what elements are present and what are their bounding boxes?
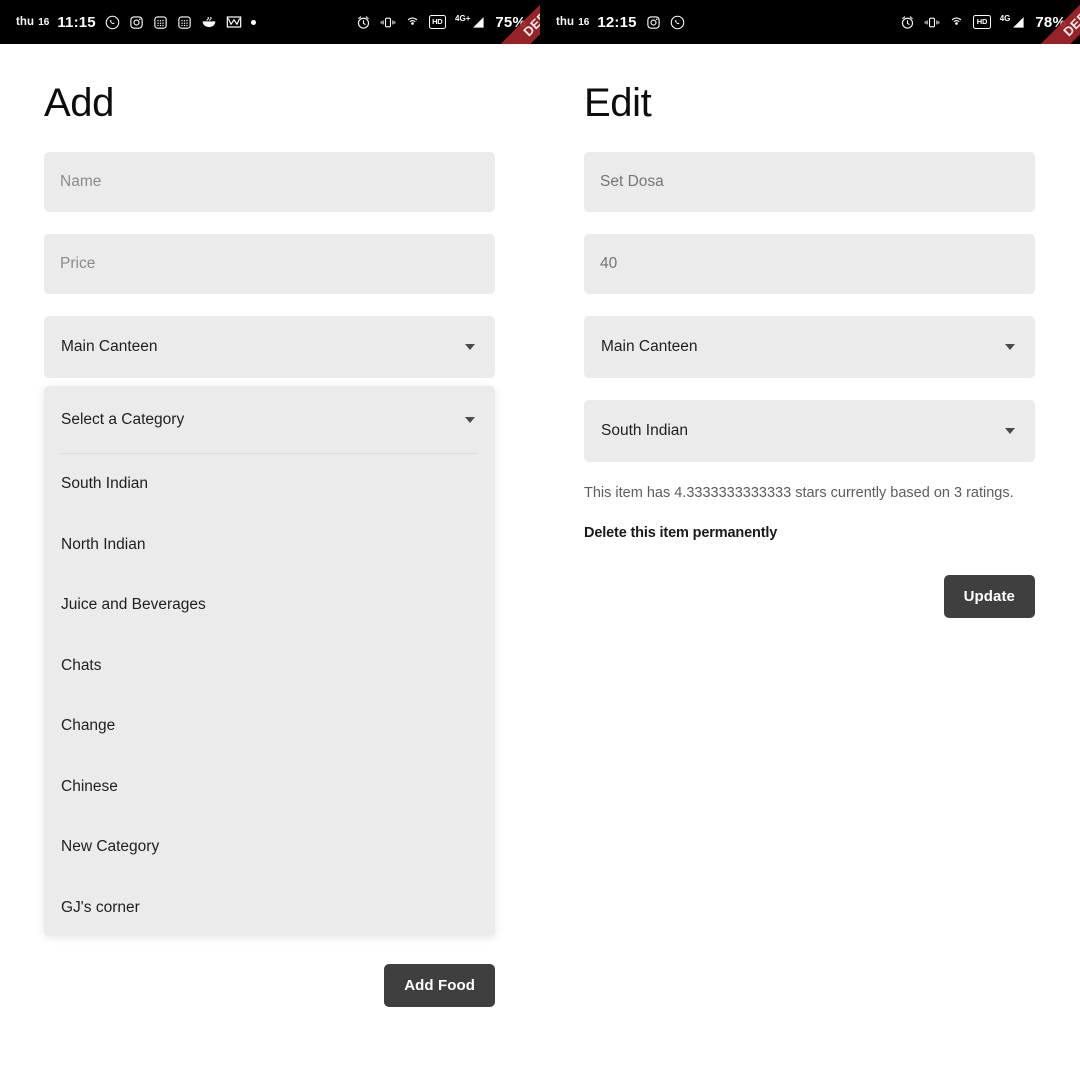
page-title: Add [44,81,114,125]
vibrate-icon [380,15,396,30]
chevron-down-icon [465,344,475,350]
status-system-icons-left: HD 4G+ 75% [356,14,526,31]
category-select-value: Select a Category [61,410,185,428]
name-field[interactable]: Set Dosa [584,152,1035,212]
list-item[interactable]: South Indian [44,454,495,515]
category-select[interactable]: Select a Category [44,386,495,453]
price-field[interactable]: Price [44,234,495,294]
add-food-button[interactable]: Add Food [384,964,495,1007]
status-day: thu [16,16,35,28]
canteen-select[interactable]: Main Canteen [584,316,1035,378]
list-item[interactable]: GJ's corner [44,878,495,937]
status-bar-clock-group: thu 16 11:15 [16,14,96,31]
page-title: Edit [584,81,652,125]
status-bar-right: thu 16 12:15 HD 4G 78% DEBUG [540,0,1080,44]
category-dropdown-panel[interactable]: Select a Category South Indian North Ind… [44,386,495,936]
whatsapp-icon [105,15,120,30]
alarm-icon [356,15,371,30]
canteen-select-value: Main Canteen [601,338,698,355]
category-select-value: South Indian [601,422,689,439]
list-item[interactable]: New Category [44,817,495,878]
update-button-row: Update [584,574,1035,618]
delete-item-link[interactable]: Delete this item permanently [584,525,1036,541]
update-button[interactable]: Update [943,574,1035,618]
dot-icon [250,19,256,25]
price-field[interactable]: 40 [584,234,1035,294]
list-item[interactable]: Chats [44,636,495,697]
status-time: 11:15 [57,13,96,31]
list-item[interactable]: North Indian [44,515,495,576]
hotspot-icon [949,15,964,30]
instagram-icon [646,15,661,30]
status-system-icons-right: HD 4G 78% [900,14,1066,31]
chevron-down-icon [1005,344,1015,350]
signal-icon: 4G [1000,15,1026,29]
screen-edit: thu 16 12:15 HD 4G 78% DEBUG Edit Set Do… [540,0,1080,1080]
canteen-select-value: Main Canteen [61,338,158,355]
status-day: thu [556,16,575,28]
name-field-value: Set Dosa [600,173,664,190]
name-field-placeholder: Name [60,173,102,190]
screen-add: thu 16 11:15 HD 4G+ 75% DEBUG Add Name P… [0,0,540,1080]
chevron-down-icon [1005,428,1015,434]
price-field-placeholder: Price [60,255,96,272]
category-select[interactable]: South Indian [584,400,1035,462]
status-date: 16 [38,16,50,28]
name-field[interactable]: Name [44,152,495,212]
list-item[interactable]: Chinese [44,757,495,818]
vibrate-icon [924,15,940,30]
food-bowl-icon [201,15,217,29]
add-page-body: Add Name Price Main Canteen [0,82,540,378]
status-notification-icons-right [646,15,685,30]
rating-summary-text: This item has 4.3333333333333 stars curr… [584,485,1014,501]
status-time: 12:15 [597,13,637,31]
network-type-label: 4G [999,14,1011,23]
battery-percent: 75% [495,13,526,31]
status-bar-left: thu 16 11:15 HD 4G+ 75% DEBUG [0,0,540,44]
calculator-icon [153,15,168,30]
hotspot-icon [405,15,420,30]
price-field-value: 40 [600,255,618,272]
gmail-icon [226,15,242,29]
alarm-icon [900,15,915,30]
whatsapp-icon [670,15,685,30]
network-type-label: 4G+ [455,14,471,23]
hd-icon: HD [973,15,991,29]
canteen-select[interactable]: Main Canteen [44,316,495,378]
calculator-icon [177,15,192,30]
dual-screenshot-container: thu 16 11:15 HD 4G+ 75% DEBUG Add Name P… [0,0,1080,1080]
signal-icon: 4G+ [455,15,485,29]
status-date: 16 [578,16,590,28]
battery-percent: 78% [1035,13,1066,31]
edit-page-body: Edit Set Dosa 40 Main Canteen South Indi… [540,82,1080,618]
add-food-button-row: Add Food [44,964,495,1007]
status-bar-clock-group: thu 16 12:15 [556,14,637,31]
hd-icon: HD [428,15,447,29]
list-item[interactable]: Juice and Beverages [44,575,495,636]
chevron-down-icon [465,416,475,423]
instagram-icon [129,15,144,30]
status-notification-icons-left [105,15,256,30]
list-item[interactable]: Change [44,696,495,757]
